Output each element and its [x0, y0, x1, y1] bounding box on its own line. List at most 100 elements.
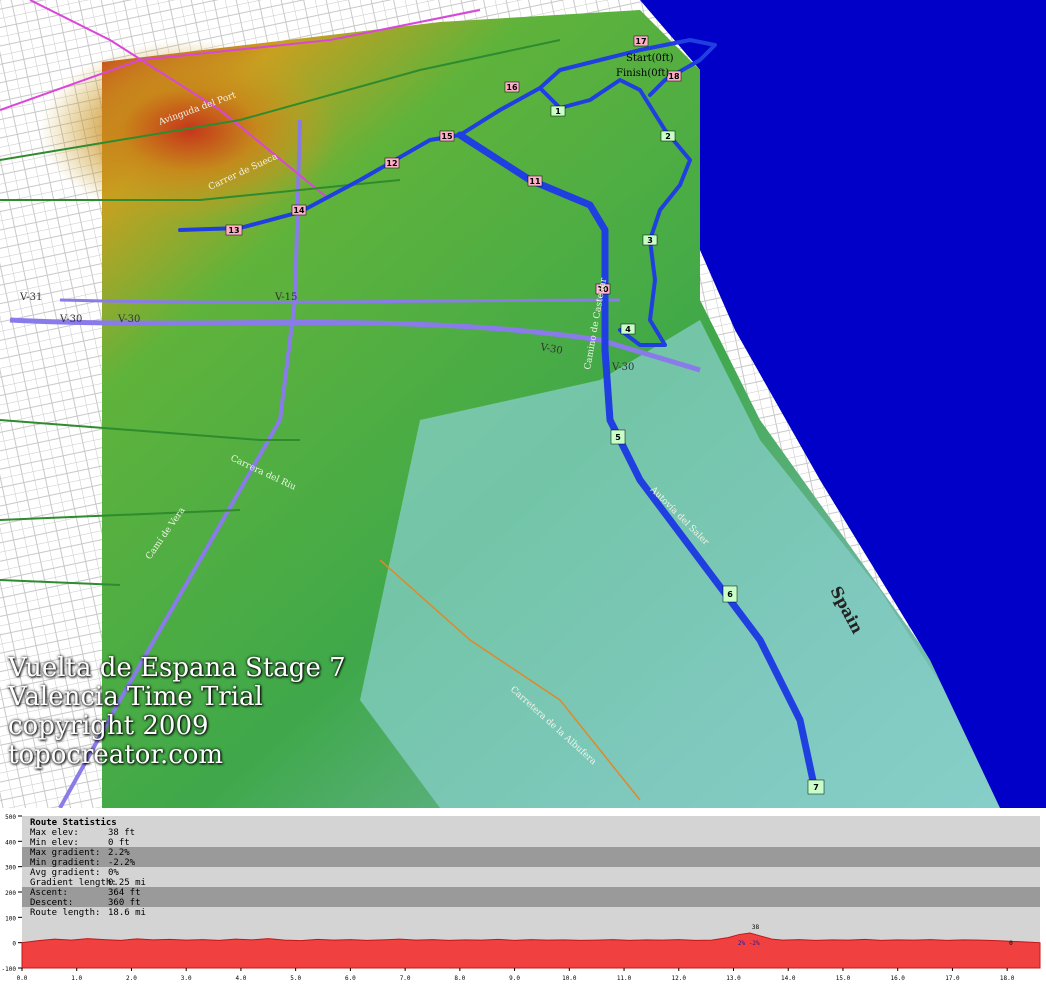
svg-text:11: 11 — [529, 177, 541, 186]
stat-row: Ascent: 364 ft — [22, 888, 1046, 898]
x-tick-label: 17.0 — [945, 975, 960, 982]
y-tick-label: 300 — [5, 865, 16, 872]
x-tick-label: 11.0 — [617, 975, 632, 982]
km-marker: 4 — [620, 323, 636, 335]
end-marker: 0 — [1009, 940, 1013, 947]
start-label: Start(0ft) — [626, 53, 674, 64]
peak-label: 38 — [752, 924, 760, 931]
stat-row: Max elev: 38 ft — [22, 828, 1046, 838]
y-tick-label: 500 — [5, 814, 16, 821]
svg-text:V-31: V-31 — [19, 292, 42, 303]
x-tick-label: 12.0 — [672, 975, 687, 982]
svg-text:V-30: V-30 — [117, 314, 140, 325]
km-marker: 16 — [504, 81, 520, 93]
km-marker: 11 — [527, 175, 543, 187]
y-tick-label: 400 — [5, 839, 16, 846]
stat-key: Min elev: — [30, 838, 79, 848]
stat-row: Min gradient: -2.2% — [22, 858, 1046, 868]
gradient-label: 2% -2% — [738, 940, 760, 947]
caption-line: Valencia Time Trial — [8, 682, 263, 712]
stat-row: Gradient length: 0.25 mi — [22, 878, 1046, 888]
x-tick-label: 15.0 — [836, 975, 851, 982]
svg-text:4: 4 — [625, 325, 631, 334]
stat-value: -2.2% — [108, 858, 136, 868]
stat-key: Max elev: — [30, 828, 79, 838]
stat-value: 364 ft — [108, 888, 141, 898]
svg-text:7: 7 — [813, 783, 819, 792]
y-tick-label: 100 — [5, 915, 16, 922]
y-tick-label: -100 — [2, 966, 17, 973]
km-marker: 1 — [550, 105, 566, 117]
km-marker: 3 — [642, 234, 658, 246]
stat-value: 0% — [108, 868, 119, 878]
finish-label: Finish(0ft) — [616, 68, 669, 79]
hill-highlight — [40, 40, 340, 220]
x-tick-label: 6.0 — [345, 975, 356, 982]
stat-row: Max gradient: 2.2% — [22, 848, 1046, 858]
stat-value: 18.6 mi — [108, 908, 146, 918]
x-tick-label: 0.0 — [17, 975, 28, 982]
caption-line: topocreator.com — [8, 740, 224, 770]
svg-text:16: 16 — [506, 83, 518, 92]
stat-key: Min gradient: — [30, 858, 101, 868]
y-tick-label: 200 — [5, 890, 16, 897]
svg-text:14: 14 — [293, 206, 305, 215]
x-tick-label: 16.0 — [890, 975, 905, 982]
x-tick-label: 7.0 — [400, 975, 411, 982]
km-marker: 5 — [610, 429, 626, 445]
caption-line: copyright 2009 — [8, 711, 209, 741]
stat-row: Min elev: 0 ft — [22, 838, 1046, 848]
svg-text:3: 3 — [647, 236, 653, 245]
svg-text:13: 13 — [228, 226, 239, 235]
stat-key: Avg gradient: — [30, 868, 101, 878]
y-tick-label: 0 — [12, 941, 16, 948]
svg-text:2: 2 — [665, 132, 671, 141]
stat-key: Gradient length: — [30, 878, 117, 888]
x-tick-label: 1.0 — [71, 975, 82, 982]
svg-text:1: 1 — [555, 107, 561, 116]
x-tick-label: 2.0 — [126, 975, 137, 982]
svg-text:17: 17 — [635, 37, 646, 46]
x-tick-label: 10.0 — [562, 975, 577, 982]
km-marker: 15 — [439, 130, 455, 142]
x-tick-label: 3.0 — [181, 975, 192, 982]
stat-value: 38 ft — [108, 828, 136, 838]
svg-text:V-30: V-30 — [611, 362, 634, 373]
map-caption: Vuelta de Espana Stage 7 Valencia Time T… — [8, 654, 346, 770]
x-tick-label: 4.0 — [236, 975, 247, 982]
stat-value: 360 ft — [108, 898, 141, 908]
caption-line: Vuelta de Espana Stage 7 — [8, 653, 346, 683]
x-tick-label: 14.0 — [781, 975, 796, 982]
km-marker: 6 — [722, 585, 738, 603]
stat-row: Avg gradient: 0% — [22, 868, 1046, 878]
svg-text:12: 12 — [386, 159, 397, 168]
x-tick-label: 18.0 — [1000, 975, 1015, 982]
x-tick-label: 13.0 — [726, 975, 741, 982]
svg-text:V-30: V-30 — [59, 314, 82, 325]
svg-text:6: 6 — [727, 590, 733, 599]
svg-text:18: 18 — [668, 72, 680, 81]
km-marker: 13 — [225, 224, 243, 236]
stat-key: Descent: — [30, 898, 74, 908]
svg-text:5: 5 — [615, 433, 621, 442]
stat-row: Route length: 18.6 mi — [22, 908, 1046, 918]
km-marker: 14 — [291, 204, 307, 216]
stat-value: 0.25 mi — [108, 878, 146, 888]
stat-value: 2.2% — [108, 848, 130, 858]
x-tick-label: 8.0 — [454, 975, 465, 982]
stat-row: Descent: 360 ft — [22, 898, 1046, 908]
x-tick-label: 5.0 — [290, 975, 301, 982]
elevation-profile: 500 400 300 200 100 0 -100 38 2% -2% 0 0.0 1.0 2.0 3.… — [0, 808, 1046, 1004]
km-marker: 2 — [660, 130, 676, 142]
svg-text:V-15: V-15 — [274, 292, 297, 303]
km-marker: 7 — [807, 779, 825, 795]
stat-key: Max gradient: — [30, 848, 101, 858]
stat-key: Ascent: — [30, 888, 68, 898]
km-marker: 12 — [384, 157, 400, 169]
x-tick-label: 9.0 — [509, 975, 520, 982]
stats-title: Route Statistics — [30, 818, 117, 828]
km-marker: 17 — [633, 35, 649, 47]
stat-value: 0 ft — [108, 838, 130, 848]
stat-key: Route length: — [30, 908, 101, 918]
svg-text:15: 15 — [441, 132, 453, 141]
